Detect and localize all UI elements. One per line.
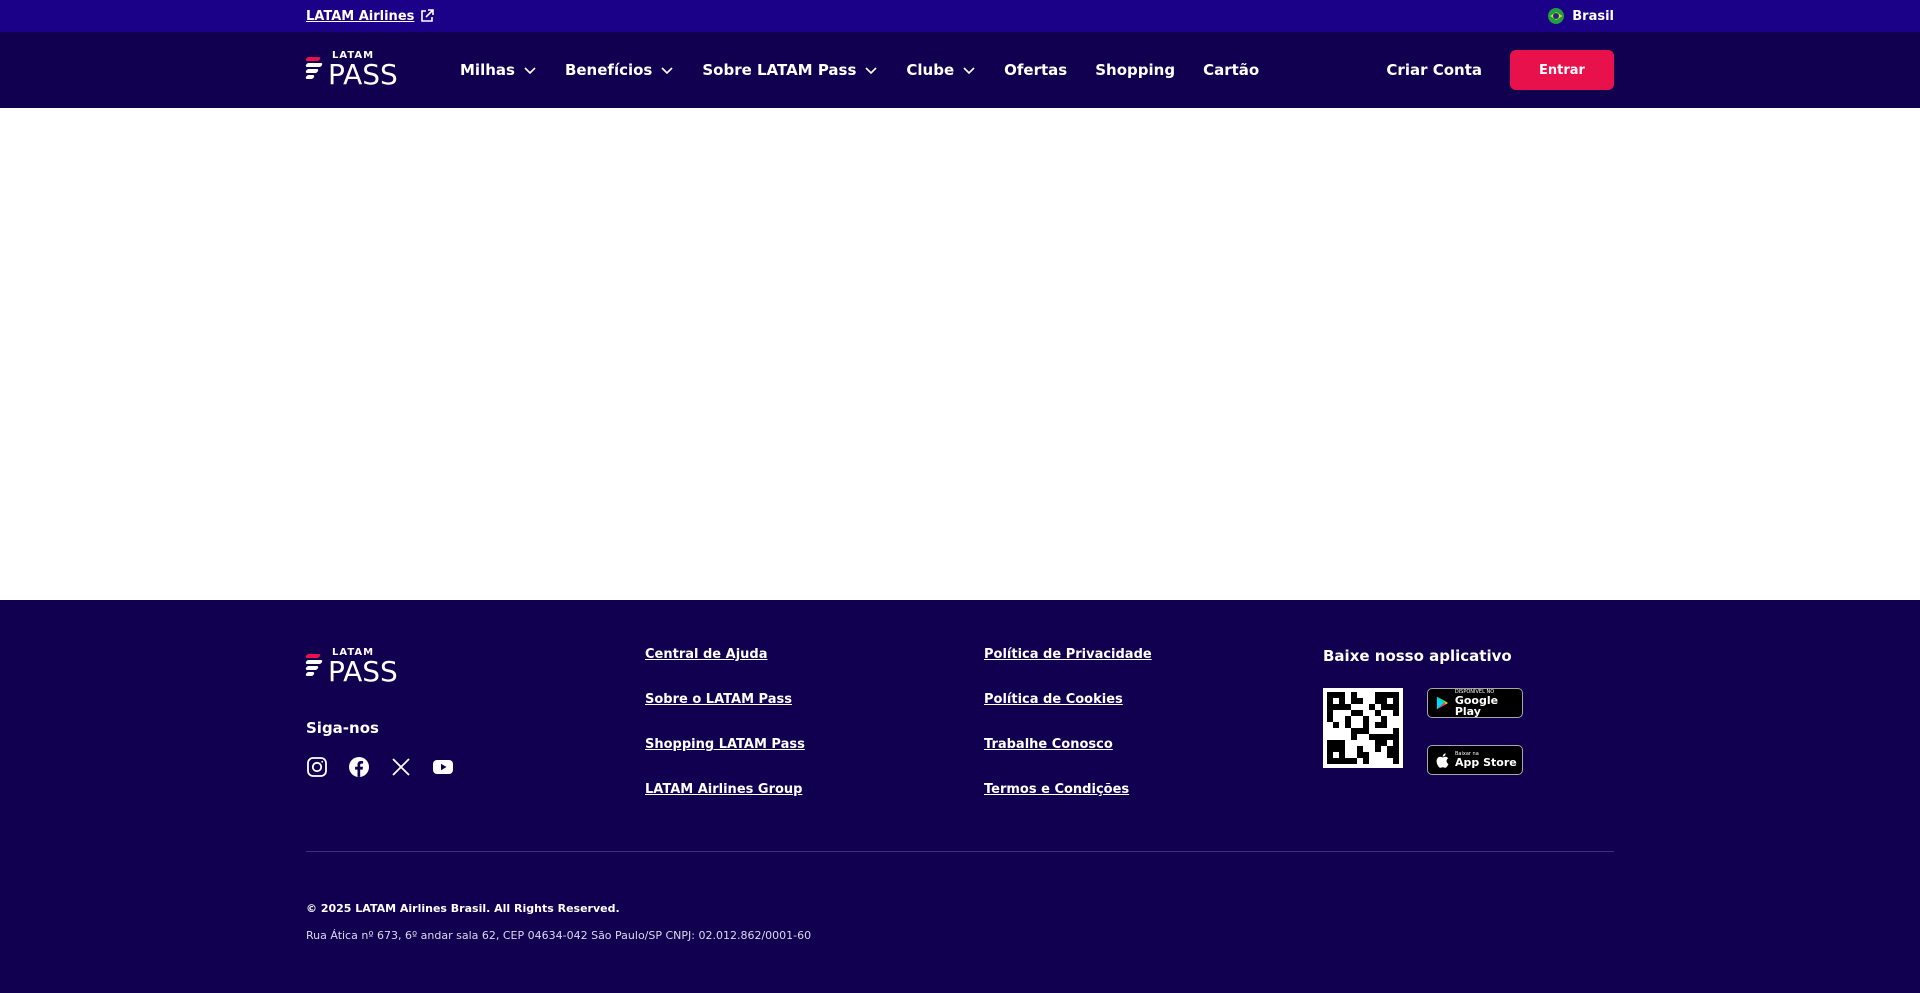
logo-pass-text: PASS xyxy=(328,655,398,688)
latam-logo-mark-icon xyxy=(305,55,324,85)
nav-actions: Criar Conta Entrar xyxy=(1386,50,1614,90)
footer-brand-column: LATAM PASS xyxy=(305,647,406,688)
footer-link-politica-privacidade[interactable]: Política de Privacidade xyxy=(984,647,1152,662)
main-navbar: LATAM PASS Milhas Benefícios Sobre LATAM… xyxy=(0,32,1920,108)
footer-link-trabalhe-conosco[interactable]: Trabalhe Conosco xyxy=(984,737,1113,752)
copyright-text: © 2025 LATAM Airlines Brasil. All Rights… xyxy=(306,902,620,915)
chevron-down-icon xyxy=(963,67,975,75)
google-play-icon xyxy=(1436,696,1448,710)
footer: LATAM PASS Siga-nos Central de Ajuda Sob… xyxy=(0,600,1920,993)
chevron-down-icon xyxy=(524,67,536,75)
follow-us-label: Siga-nos xyxy=(306,719,379,737)
instagram-icon[interactable] xyxy=(306,756,328,778)
create-account-link[interactable]: Criar Conta xyxy=(1386,61,1482,79)
nav-item-cartao[interactable]: Cartão xyxy=(1203,61,1259,79)
nav-item-clube[interactable]: Clube xyxy=(906,61,976,79)
nav-item-label: Sobre LATAM Pass xyxy=(702,61,857,79)
main-content xyxy=(0,108,1920,600)
brazil-flag-icon xyxy=(1548,8,1565,24)
latam-airlines-link[interactable]: LATAM Airlines xyxy=(306,8,435,24)
footer-link-central-de-ajuda[interactable]: Central de Ajuda xyxy=(645,647,768,662)
nav-item-beneficios[interactable]: Benefícios xyxy=(565,61,674,79)
nav-item-label: Milhas xyxy=(460,61,515,79)
address-text: Rua Ática nº 673, 6º andar sala 62, CEP … xyxy=(306,929,812,942)
nav-item-shopping[interactable]: Shopping xyxy=(1095,61,1175,79)
app-store-big-text: App Store xyxy=(1455,756,1517,769)
youtube-icon[interactable] xyxy=(432,756,454,778)
google-play-big-text: Google Play xyxy=(1454,693,1499,718)
nav-item-label: Cartão xyxy=(1203,61,1260,79)
footer-app-column: Baixe nosso aplicativo DISPONÍVEL NO Goo… xyxy=(1323,647,1523,775)
footer-link-termos-condicoes[interactable]: Termos e Condições xyxy=(984,782,1129,797)
apple-icon xyxy=(1436,752,1449,768)
nav-item-label: Shopping xyxy=(1095,61,1176,79)
logo-pass-text: PASS xyxy=(328,58,398,91)
nav-item-label: Benefícios xyxy=(564,61,653,79)
country-label: Brasil xyxy=(1572,8,1614,24)
login-button[interactable]: Entrar xyxy=(1510,50,1614,90)
latam-pass-logo[interactable]: LATAM PASS xyxy=(305,50,406,91)
latam-logo-mark-icon xyxy=(305,652,324,682)
footer-link-politica-cookies[interactable]: Política de Cookies xyxy=(984,692,1123,707)
chevron-down-icon xyxy=(865,67,877,75)
chevron-down-icon xyxy=(661,67,673,75)
app-store-button[interactable]: Baixar na App Store xyxy=(1427,745,1523,775)
top-bar: LATAM Airlines Brasil xyxy=(0,0,1920,32)
nav-item-ofertas[interactable]: Ofertas xyxy=(1004,61,1067,79)
footer-link-latam-airlines-group[interactable]: LATAM Airlines Group xyxy=(645,782,802,797)
footer-link-sobre-latam-pass[interactable]: Sobre o LATAM Pass xyxy=(645,692,792,707)
facebook-icon[interactable] xyxy=(348,756,370,778)
nav-menu: Milhas Benefícios Sobre LATAM Pass Clube… xyxy=(460,61,1259,79)
nav-item-milhas[interactable]: Milhas xyxy=(460,61,537,79)
nav-item-label: Clube xyxy=(906,61,955,79)
footer-divider xyxy=(306,851,1614,852)
app-download-title: Baixe nosso aplicativo xyxy=(1323,647,1512,665)
country-selector[interactable]: Brasil xyxy=(1548,8,1614,24)
google-play-button[interactable]: DISPONÍVEL NO Google Play xyxy=(1427,688,1523,718)
external-link-icon xyxy=(421,9,435,22)
qr-code-icon xyxy=(1323,688,1403,768)
nav-item-sobre-latam-pass[interactable]: Sobre LATAM Pass xyxy=(702,61,878,79)
footer-latam-pass-logo[interactable]: LATAM PASS xyxy=(305,647,406,688)
latam-airlines-link-label: LATAM Airlines xyxy=(306,8,415,24)
x-icon[interactable] xyxy=(390,756,412,778)
nav-item-label: Ofertas xyxy=(1004,61,1068,79)
social-links xyxy=(306,756,454,778)
footer-link-shopping-latam-pass[interactable]: Shopping LATAM Pass xyxy=(645,737,805,752)
